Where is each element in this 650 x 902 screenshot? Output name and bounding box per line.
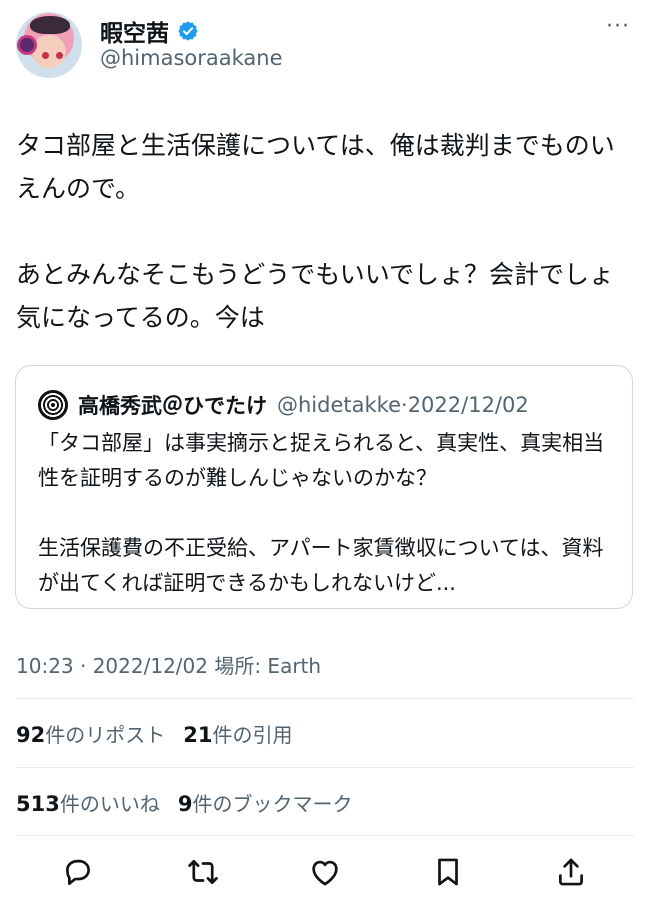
quoted-paragraph: 生活保護費の不正受給、アパート家賃徴収については、資料が出てくれば証明できるかも…	[38, 536, 604, 595]
reposts-stat[interactable]: 92件のリポスト	[16, 719, 165, 748]
quoted-avatar	[38, 390, 68, 420]
reposts-count: 92	[16, 723, 46, 747]
divider	[16, 767, 634, 768]
reposts-label: 件のリポスト	[45, 723, 166, 747]
quoted-date: 2022/12/02	[407, 393, 529, 417]
author-name-row: 暇空茜	[100, 14, 199, 48]
stats-row-likes: 513件のいいね 9件のブックマーク	[16, 788, 352, 817]
like-icon	[312, 860, 338, 886]
bookmarks-count: 9	[177, 792, 193, 816]
share-icon	[559, 858, 583, 886]
quoted-display-name: 高橋秀武＠ひでたけ	[78, 394, 267, 418]
tweet-paragraph: タコ部屋と生活保護については、俺は裁判までものいえんので。	[16, 131, 615, 203]
quoted-tweet-card[interactable]: 高橋秀武＠ひでたけ @hidetakke · 2022/12/02 「タコ部屋」…	[15, 365, 633, 609]
share-button[interactable]	[551, 852, 591, 892]
action-bar	[0, 850, 650, 894]
reply-button[interactable]	[58, 852, 98, 892]
like-button[interactable]	[305, 852, 345, 892]
tweet: 暇空茜 @himasoraakane ··· タコ部屋と生活保護については、俺は…	[0, 0, 650, 902]
bookmark-button[interactable]	[428, 852, 468, 892]
repost-icon	[188, 860, 218, 884]
bookmarks-stat[interactable]: 9件のブックマーク	[178, 788, 353, 817]
reply-icon	[66, 859, 90, 885]
stats-row-reposts: 92件のリポスト 21件の引用	[16, 719, 292, 748]
likes-count: 513	[16, 792, 60, 816]
quotes-stat[interactable]: 21件の引用	[183, 719, 292, 748]
quoted-paragraph: 「タコ部屋」は事実摘示と捉えられると、真実性、真実相当性を証明するのが難しんじゃ…	[38, 431, 605, 490]
author-handle[interactable]: @himasoraakane	[100, 46, 283, 70]
quotes-count: 21	[183, 723, 213, 747]
divider	[16, 835, 634, 836]
more-options-icon[interactable]: ···	[606, 14, 630, 39]
verified-badge-icon	[178, 21, 198, 41]
display-name[interactable]: 暇空茜	[100, 14, 169, 48]
quoted-tweet-text: 「タコ部屋」は事実摘示と捉えられると、真実性、真実相当性を証明するのが難しんじゃ…	[38, 426, 618, 601]
quoted-separator: ·	[401, 393, 408, 417]
quoted-tweet-header: 高橋秀武＠ひでたけ @hidetakke · 2022/12/02	[38, 390, 529, 420]
bookmarks-label: 件のブックマーク	[192, 792, 353, 816]
avatar[interactable]	[16, 12, 82, 78]
tweet-timestamp-location[interactable]: 10:23 · 2022/12/02 場所: Earth	[16, 650, 321, 679]
tweet-paragraph: あとみんなそこもうどうでもいいでしょ？会計でしょ気になってるの。今は	[16, 260, 615, 332]
tweet-text: タコ部屋と生活保護については、俺は裁判までものいえんので。 あとみんなそこもうど…	[16, 124, 636, 339]
bookmark-icon	[438, 858, 458, 886]
quoted-handle: @hidetakke	[277, 393, 401, 417]
likes-label: 件のいいね	[59, 792, 160, 816]
likes-stat[interactable]: 513件のいいね	[16, 788, 160, 817]
quotes-label: 件の引用	[212, 723, 293, 747]
divider	[16, 698, 634, 699]
repost-button[interactable]	[183, 852, 223, 892]
